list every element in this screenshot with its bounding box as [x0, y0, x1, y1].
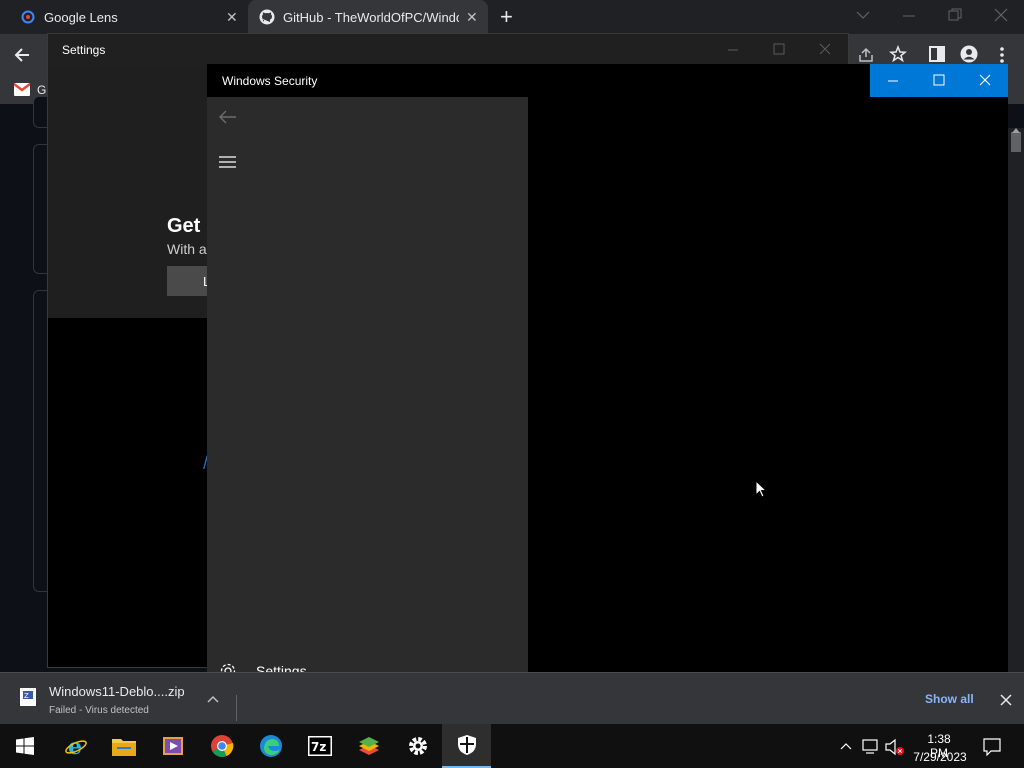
7zip-icon: 7z: [307, 736, 332, 756]
chrome-tab-bar: Google Lens ✕ GitHub - TheWorldOfPC/Wind…: [0, 0, 1024, 34]
taskbar-bluestacks[interactable]: [344, 724, 393, 768]
media-player-icon: [162, 737, 183, 755]
google-lens-icon: [21, 10, 35, 24]
security-window-title: Windows Security: [222, 74, 318, 88]
taskbar-windows-security[interactable]: [442, 724, 491, 768]
settings-maximize-icon[interactable]: [773, 43, 785, 55]
svg-text:7z: 7z: [311, 740, 326, 754]
taskbar-chrome[interactable]: [197, 724, 246, 768]
security-minimize-icon[interactable]: [887, 76, 899, 86]
mouse-cursor-icon: [755, 480, 767, 498]
network-icon[interactable]: [862, 739, 880, 755]
tab-title: GitHub - TheWorldOfPC/Window: [283, 10, 459, 25]
notifications-icon[interactable]: [983, 738, 1001, 756]
windows-logo-icon: [15, 737, 34, 755]
page-scrollbar[interactable]: [1008, 128, 1024, 686]
tab-title: Google Lens: [44, 10, 118, 25]
menu-dots-icon[interactable]: [999, 46, 1005, 64]
download-options-chevron-icon[interactable]: [207, 695, 219, 703]
show-hidden-icons-chevron-icon[interactable]: [840, 742, 852, 750]
back-arrow-icon[interactable]: [13, 46, 31, 64]
profile-avatar-icon[interactable]: [960, 45, 978, 63]
svg-text:Z: Z: [24, 692, 29, 700]
security-content-area: [528, 97, 1008, 697]
tab-search-chevron-icon[interactable]: [856, 10, 870, 20]
promo-heading: Get: [167, 215, 201, 237]
bookmark-star-icon[interactable]: [889, 45, 907, 63]
download-filename[interactable]: Windows11-Deblo....zip: [49, 684, 185, 699]
chrome-restore-icon[interactable]: [948, 8, 962, 22]
settings-close-icon[interactable]: [819, 43, 831, 55]
tab-close-icon[interactable]: ✕: [226, 9, 238, 26]
taskbar-settings[interactable]: [393, 724, 442, 768]
settings-lower-area: /: [48, 318, 208, 667]
security-close-icon[interactable]: [979, 74, 991, 86]
taskbar-7zip[interactable]: 7z: [295, 724, 344, 768]
folder-icon: [111, 739, 136, 756]
promo-subtext: With a: [167, 241, 207, 257]
share-icon[interactable]: [857, 46, 875, 64]
back-arrow-icon[interactable]: [219, 110, 237, 124]
internet-explorer-icon: e: [64, 734, 87, 758]
promo-button[interactable]: L: [167, 266, 210, 296]
side-panel-icon[interactable]: [929, 46, 945, 62]
gear-icon: [408, 737, 427, 755]
taskbar-file-explorer[interactable]: [99, 724, 148, 768]
start-button[interactable]: [0, 724, 49, 768]
chrome-minimize-icon[interactable]: [902, 10, 916, 22]
settings-window-title: Settings: [62, 43, 106, 57]
download-bar-close-icon[interactable]: [1000, 694, 1012, 706]
tab-github[interactable]: GitHub - TheWorldOfPC/Window ✕: [248, 0, 488, 34]
show-all-link[interactable]: Show all: [925, 692, 974, 706]
download-status: Failed - Virus detected: [49, 705, 149, 716]
taskbar-media-player[interactable]: [148, 724, 197, 768]
chrome-close-icon[interactable]: [994, 8, 1008, 22]
volume-muted-icon[interactable]: [885, 738, 905, 756]
windows-security-window: Windows Security Settings: [207, 64, 1008, 697]
settings-minimize-icon[interactable]: [727, 45, 739, 55]
taskbar-edge[interactable]: [246, 724, 295, 768]
tab-close-icon[interactable]: ✕: [466, 9, 478, 26]
zip-file-icon: Z: [20, 688, 36, 706]
security-window-controls: [870, 64, 1008, 97]
shield-icon: [457, 735, 476, 755]
scrollbar-thumb[interactable]: [1011, 132, 1021, 152]
clock-date[interactable]: 7/29/2023: [912, 750, 968, 764]
gmail-icon: [14, 83, 30, 96]
security-maximize-icon[interactable]: [933, 74, 945, 86]
download-divider: [236, 695, 237, 721]
bluestacks-icon: [358, 737, 379, 755]
new-tab-button[interactable]: +: [500, 4, 513, 30]
taskbar-internet-explorer[interactable]: e: [51, 724, 100, 768]
edge-icon: [259, 735, 282, 757]
github-icon: [259, 9, 275, 25]
download-bar: Z Windows11-Deblo....zip Failed - Virus …: [0, 672, 1024, 725]
settings-title-bar: Settings: [48, 34, 848, 66]
tab-google-lens[interactable]: Google Lens ✕: [8, 0, 246, 34]
chrome-icon: [210, 735, 233, 757]
security-nav-pane: Settings: [207, 97, 528, 697]
hamburger-menu-icon[interactable]: [219, 156, 236, 168]
